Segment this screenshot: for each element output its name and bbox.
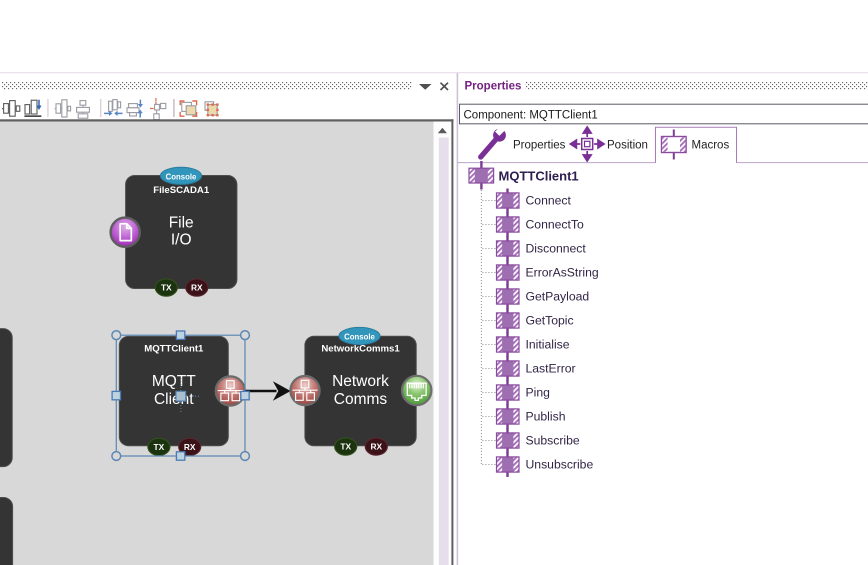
svg-text:Initialise: Initialise bbox=[526, 338, 570, 352]
svg-text:TX: TX bbox=[154, 442, 165, 452]
svg-text:TX: TX bbox=[340, 442, 351, 452]
svg-text:FileSCADA1: FileSCADA1 bbox=[153, 185, 210, 196]
svg-text:ConnectTo: ConnectTo bbox=[526, 218, 584, 232]
svg-text:Unsubscribe: Unsubscribe bbox=[526, 458, 594, 472]
svg-text:Ping: Ping bbox=[526, 386, 550, 400]
svg-text:TX: TX bbox=[161, 283, 172, 293]
svg-text:GetTopic: GetTopic bbox=[526, 314, 574, 328]
svg-text:Console: Console bbox=[166, 172, 197, 181]
svg-text:File: File bbox=[169, 215, 194, 232]
svg-text:Subscribe: Subscribe bbox=[526, 434, 580, 448]
svg-text:LastError: LastError bbox=[526, 362, 576, 376]
svg-text:Client: Client bbox=[154, 391, 194, 408]
svg-text:RX: RX bbox=[191, 283, 203, 293]
svg-text:Macros: Macros bbox=[692, 140, 730, 152]
svg-text:Connect: Connect bbox=[526, 194, 572, 208]
svg-text:I/O: I/O bbox=[171, 232, 192, 249]
svg-text:MQTT: MQTT bbox=[152, 373, 196, 390]
svg-text:NetworkComms1: NetworkComms1 bbox=[321, 344, 400, 355]
svg-text:Component: MQTTClient1: Component: MQTTClient1 bbox=[464, 110, 598, 122]
svg-text:Properties: Properties bbox=[465, 81, 522, 93]
svg-text:Console: Console bbox=[344, 333, 375, 342]
svg-text:Disconnect: Disconnect bbox=[526, 242, 587, 256]
svg-text:Properties: Properties bbox=[513, 140, 566, 152]
svg-text:MQTTClient1: MQTTClient1 bbox=[499, 169, 579, 184]
svg-text:MQTTClient1: MQTTClient1 bbox=[144, 344, 204, 355]
svg-text:GetPayload: GetPayload bbox=[526, 290, 590, 304]
svg-text:Publish: Publish bbox=[526, 410, 566, 424]
svg-text:ErrorAsString: ErrorAsString bbox=[526, 266, 599, 280]
svg-text:Network: Network bbox=[332, 373, 389, 390]
svg-text:RX: RX bbox=[370, 442, 382, 452]
svg-text:Comms: Comms bbox=[334, 391, 388, 408]
svg-text:RX: RX bbox=[184, 442, 196, 452]
svg-text:Position: Position bbox=[607, 140, 648, 152]
